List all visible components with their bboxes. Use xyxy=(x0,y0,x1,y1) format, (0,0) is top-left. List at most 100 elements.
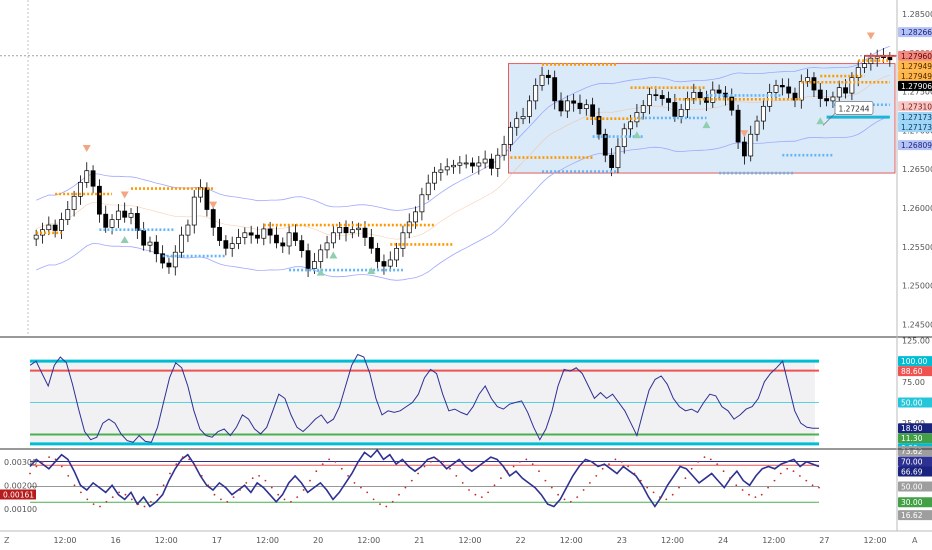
candle[interactable] xyxy=(482,150,488,169)
candle-body xyxy=(615,146,621,168)
signal-dot xyxy=(544,479,547,482)
candle-body xyxy=(84,170,90,183)
candle[interactable] xyxy=(90,165,96,194)
candle-body xyxy=(33,234,39,240)
candle[interactable] xyxy=(134,206,140,240)
candle[interactable] xyxy=(141,221,147,251)
candle[interactable] xyxy=(324,235,330,259)
candle[interactable] xyxy=(349,221,355,239)
signal-dot xyxy=(92,503,95,505)
candle[interactable] xyxy=(495,148,501,177)
candle-body xyxy=(672,102,678,117)
signal-dot xyxy=(773,479,776,482)
candle[interactable] xyxy=(381,254,387,275)
time-tick-label: 12:00 xyxy=(256,536,279,545)
signal-dot xyxy=(627,465,629,468)
candle-body xyxy=(735,109,741,143)
candle[interactable] xyxy=(172,245,178,276)
candle[interactable] xyxy=(457,155,463,174)
signal-dot xyxy=(130,498,133,501)
candle[interactable] xyxy=(368,228,374,254)
candle[interactable] xyxy=(84,162,90,188)
candle[interactable] xyxy=(293,224,298,246)
trading-chart[interactable]: 1.272441.285001.280001.275001.270001.265… xyxy=(0,0,932,550)
signal-dot xyxy=(296,496,299,498)
candle[interactable] xyxy=(65,200,71,226)
candle-body xyxy=(71,195,77,210)
candle-body xyxy=(741,141,747,157)
candle[interactable] xyxy=(59,212,64,240)
candle[interactable] xyxy=(179,226,185,258)
sell-signal-triangle[interactable] xyxy=(82,144,91,152)
candle[interactable] xyxy=(96,179,102,223)
signal-dot xyxy=(550,486,553,489)
candle-body xyxy=(444,166,450,171)
candle[interactable] xyxy=(394,242,400,267)
signal-dot xyxy=(525,458,528,461)
buy-signal-triangle[interactable] xyxy=(329,251,338,259)
candle[interactable] xyxy=(425,174,431,201)
candle[interactable] xyxy=(128,207,134,225)
candle[interactable] xyxy=(470,157,475,174)
time-tick-label: 22 xyxy=(516,536,526,545)
oscillator-2-label: 16.62 xyxy=(901,511,923,520)
candle[interactable] xyxy=(261,223,267,246)
candle[interactable] xyxy=(229,236,235,257)
candle[interactable] xyxy=(236,228,241,250)
candle[interactable] xyxy=(343,220,349,242)
candle-body xyxy=(697,91,703,99)
candle[interactable] xyxy=(274,226,279,249)
candle[interactable] xyxy=(735,104,741,149)
candle[interactable] xyxy=(52,219,58,238)
candle[interactable] xyxy=(375,242,381,269)
candle[interactable] xyxy=(400,225,406,257)
candle-body xyxy=(115,210,121,220)
candle[interactable] xyxy=(432,166,437,191)
candle[interactable] xyxy=(318,244,324,269)
sell-signal-triangle[interactable] xyxy=(866,32,875,40)
candle[interactable] xyxy=(198,179,203,203)
candle[interactable] xyxy=(387,251,393,272)
oscillator-panel-1[interactable]: 125.0075.0050.0025.000.00100.0088.6050.0… xyxy=(29,336,932,453)
candle[interactable] xyxy=(185,219,191,243)
candle-body xyxy=(65,209,71,220)
candle[interactable] xyxy=(242,227,248,245)
oscillator-panel-2[interactable]: 0.003000.002000.001000.0016173.6270.0066… xyxy=(0,446,932,520)
candle[interactable] xyxy=(444,158,450,176)
candle[interactable] xyxy=(286,225,292,255)
candle-body xyxy=(46,224,52,231)
buy-signal-triangle[interactable] xyxy=(120,236,129,244)
candle[interactable] xyxy=(501,135,507,161)
sell-signal-triangle[interactable] xyxy=(120,191,129,199)
candle-body xyxy=(811,77,817,91)
price-tick-label: 1.25500 xyxy=(902,243,932,252)
signal-dot xyxy=(614,458,617,461)
candle[interactable] xyxy=(419,187,425,221)
candle[interactable] xyxy=(109,214,115,235)
signal-dot xyxy=(468,489,470,491)
candle[interactable] xyxy=(223,235,229,256)
candle-body xyxy=(451,164,456,168)
candle[interactable] xyxy=(305,243,311,278)
candle[interactable] xyxy=(438,162,444,181)
candle-body xyxy=(349,229,355,234)
sell-signal-triangle[interactable] xyxy=(209,201,218,209)
signal-dot xyxy=(639,479,642,482)
oscillator-2-main-line[interactable] xyxy=(29,448,820,508)
time-tick-label: 12:00 xyxy=(762,536,785,545)
candle[interactable] xyxy=(280,237,286,253)
candle[interactable] xyxy=(451,159,456,174)
candle[interactable] xyxy=(463,154,469,169)
candle[interactable] xyxy=(147,236,153,253)
candle[interactable] xyxy=(299,235,305,258)
candle[interactable] xyxy=(166,257,172,274)
candle[interactable] xyxy=(191,190,197,234)
candle[interactable] xyxy=(489,153,494,176)
price-panel[interactable]: 1.272441.285001.280001.275001.270001.265… xyxy=(0,0,932,336)
signal-dot xyxy=(156,493,159,496)
candle[interactable] xyxy=(330,224,336,249)
candle[interactable] xyxy=(153,235,159,263)
signal-dot xyxy=(678,486,680,489)
candle-body xyxy=(204,187,210,210)
candle[interactable] xyxy=(115,204,121,229)
